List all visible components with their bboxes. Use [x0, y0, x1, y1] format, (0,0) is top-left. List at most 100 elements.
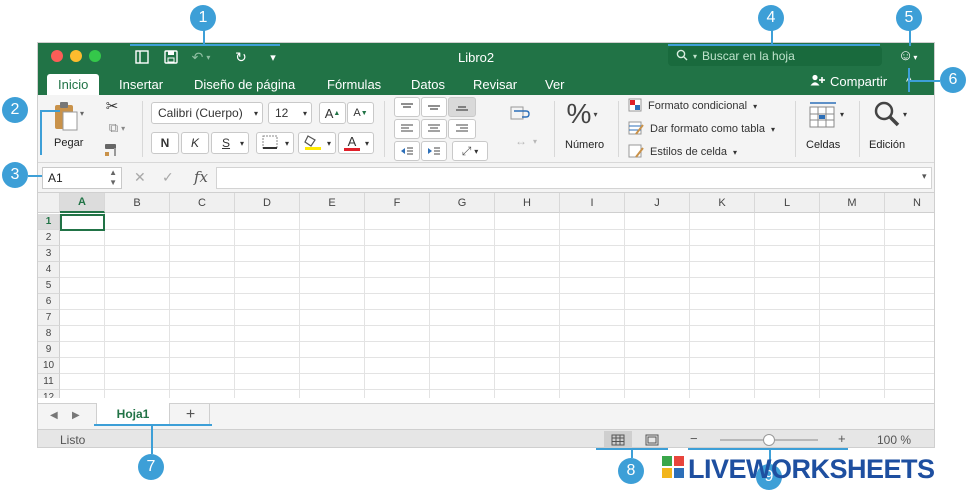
add-sheet-button[interactable]: +	[172, 404, 210, 425]
spreadsheet-grid[interactable]: A B C D E F G H I J K L M N 1 2 3 4 5 6 7 8 9 10 11 12	[38, 193, 934, 398]
column-header-d[interactable]: D	[235, 193, 300, 213]
sheet-tab-hoja1[interactable]: Hoja1	[96, 403, 170, 425]
column-header-h[interactable]: H	[495, 193, 560, 213]
column-header-k[interactable]: K	[690, 193, 755, 213]
font-size-select[interactable]: 12 ▾	[268, 102, 312, 124]
row-header-2[interactable]: 2	[38, 230, 60, 246]
row-header-9[interactable]: 9	[38, 342, 60, 358]
tab-inicio[interactable]: Inicio	[47, 74, 100, 95]
zoom-slider-thumb[interactable]	[763, 434, 775, 446]
page-layout-view-icon[interactable]	[638, 431, 666, 447]
row-header-6[interactable]: 6	[38, 294, 60, 310]
tab-datos[interactable]: Datos	[400, 74, 456, 95]
format-painter-icon[interactable]	[102, 141, 122, 159]
tab-diseno-pagina[interactable]: Diseño de página	[183, 74, 306, 95]
row-header-4[interactable]: 4	[38, 262, 60, 278]
align-right-button[interactable]	[448, 119, 476, 139]
grow-font-button[interactable]: A ▲	[319, 102, 346, 124]
text-orientation-icon: ⤢	[461, 143, 472, 158]
name-box[interactable]: A1 ▲ ▼	[42, 167, 122, 189]
tab-revisar[interactable]: Revisar	[462, 74, 528, 95]
tab-formulas[interactable]: Fórmulas	[316, 74, 392, 95]
cut-icon[interactable]: ✂	[102, 97, 122, 115]
zoom-in-button[interactable]: +	[838, 431, 846, 446]
row-header-8[interactable]: 8	[38, 326, 60, 342]
align-bottom-button[interactable]	[448, 97, 476, 117]
row-header-1[interactable]: 1	[38, 214, 60, 230]
customize-toolbar-icon[interactable]: ▾	[262, 47, 284, 67]
minimize-window-button[interactable]	[70, 50, 82, 62]
tab-insertar[interactable]: Insertar	[108, 74, 174, 95]
zoom-out-button[interactable]: −	[690, 431, 698, 446]
shrink-font-button[interactable]: A ▼	[347, 102, 374, 124]
row-header-12[interactable]: 12	[38, 390, 60, 398]
merge-center-icon[interactable]: ↔ ▾	[508, 131, 544, 151]
align-center-button[interactable]	[421, 119, 447, 139]
borders-button[interactable]: ▾	[256, 132, 294, 154]
font-name-select[interactable]: Calibri (Cuerpo) ▾	[151, 102, 263, 124]
editing-search-icon[interactable]: ▾	[868, 97, 912, 131]
enter-check-icon[interactable]: ✓	[162, 169, 174, 186]
row-header-11[interactable]: 11	[38, 374, 60, 390]
italic-button[interactable]: K	[181, 132, 209, 154]
wrap-text-icon[interactable]	[508, 103, 532, 123]
row-header-7[interactable]: 7	[38, 310, 60, 326]
normal-view-icon[interactable]	[604, 431, 632, 447]
save-icon[interactable]	[160, 47, 182, 67]
logo-text: LIVEWORKSHEETS	[688, 454, 935, 484]
column-header-c[interactable]: C	[170, 193, 235, 213]
column-header-l[interactable]: L	[755, 193, 820, 213]
row-header-3[interactable]: 3	[38, 246, 60, 262]
undo-icon[interactable]: ↶ ▾	[190, 47, 212, 67]
insert-function-icon[interactable]: fx	[194, 168, 208, 186]
formula-bar: A1 ▲ ▼ ✕ ✓ fx ▾	[38, 163, 934, 193]
column-header-g[interactable]: G	[430, 193, 495, 213]
next-sheet-icon[interactable]: ▶	[72, 410, 80, 421]
align-middle-button[interactable]	[421, 97, 447, 117]
decrease-indent-button[interactable]	[394, 141, 420, 161]
expand-formula-icon[interactable]: ▾	[922, 171, 927, 182]
cancel-icon[interactable]: ✕	[134, 169, 146, 186]
paste-icon[interactable]	[48, 99, 84, 135]
cells-icon[interactable]: ▾	[804, 97, 848, 131]
sidebar-toggle-icon[interactable]	[131, 47, 153, 67]
fill-color-button[interactable]: ▾	[298, 132, 336, 154]
tab-ver[interactable]: Ver	[534, 74, 576, 95]
active-cell-a1[interactable]	[60, 214, 105, 231]
row-header-10[interactable]: 10	[38, 358, 60, 374]
font-color-button[interactable]: A ▾	[338, 132, 374, 154]
share-button[interactable]: Compartir	[810, 74, 887, 89]
smiley-feedback-icon[interactable]: ☺▾	[898, 47, 917, 64]
number-format-icon[interactable]: % ▾	[562, 97, 602, 131]
search-box[interactable]: ▾ Buscar en la hoja	[668, 46, 882, 66]
column-header-j[interactable]: J	[625, 193, 690, 213]
redo-icon[interactable]: ↻	[230, 47, 252, 67]
name-box-stepper-icon[interactable]: ▲ ▼	[109, 168, 117, 188]
paste-dropdown-icon[interactable]: ▾	[80, 109, 84, 118]
column-header-b[interactable]: B	[105, 193, 170, 213]
align-top-button[interactable]	[394, 97, 420, 117]
conditional-format-button[interactable]: Formato condicional ▾	[628, 97, 757, 115]
orientation-button[interactable]: ⤢ ▾	[452, 141, 488, 161]
column-header-e[interactable]: E	[300, 193, 365, 213]
format-as-table-button[interactable]: Dar formato como tabla ▾	[628, 120, 775, 138]
cell-styles-button[interactable]: Estilos de celda ▾	[628, 143, 737, 161]
column-header-f[interactable]: F	[365, 193, 430, 213]
column-header-i[interactable]: I	[560, 193, 625, 213]
column-header-a[interactable]: A	[60, 193, 105, 213]
close-window-button[interactable]	[51, 50, 63, 62]
underline-button[interactable]: S ▾	[211, 132, 249, 154]
bold-button[interactable]: N	[151, 132, 179, 154]
select-all-corner[interactable]	[38, 193, 60, 213]
formula-input[interactable]	[216, 167, 932, 189]
column-header-m[interactable]: M	[820, 193, 885, 213]
prev-sheet-icon[interactable]: ◀	[50, 410, 58, 421]
increase-indent-button[interactable]	[421, 141, 447, 161]
zoom-slider-track[interactable]	[720, 434, 818, 446]
align-left-button[interactable]	[394, 119, 420, 139]
grid-row-line	[60, 325, 934, 326]
row-header-5[interactable]: 5	[38, 278, 60, 294]
copy-icon[interactable]: ⧉ ▾	[102, 119, 132, 137]
zoom-window-button[interactable]	[89, 50, 101, 62]
column-header-n[interactable]: N	[885, 193, 934, 213]
